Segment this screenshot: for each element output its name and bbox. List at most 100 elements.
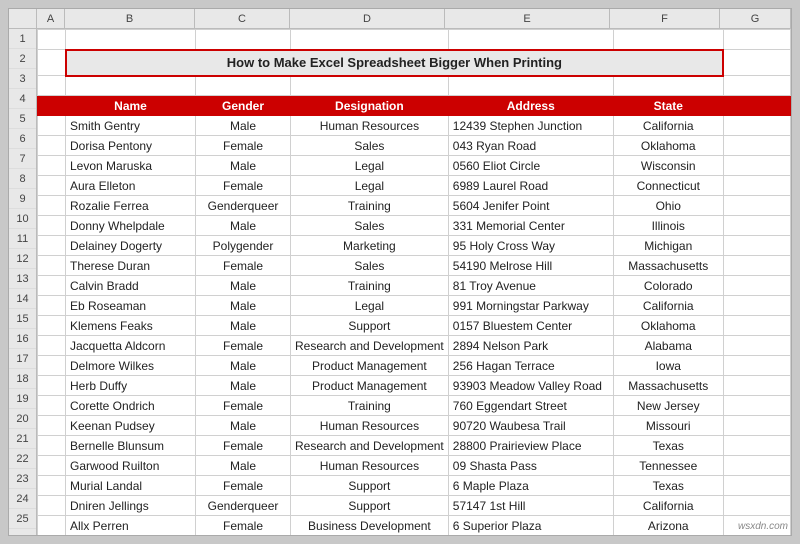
cell-designation-13[interactable]: Product Management [291, 376, 449, 396]
cell-name-15[interactable]: Keenan Pudsey [66, 416, 196, 436]
cell-state-16[interactable]: Texas [613, 436, 723, 456]
cell-3f[interactable] [613, 76, 723, 96]
cell-17a[interactable] [38, 356, 66, 376]
cell-gender-15[interactable]: Male [196, 416, 291, 436]
cell-gender-17[interactable]: Male [196, 456, 291, 476]
cell-1c[interactable] [196, 30, 291, 50]
cell-5a[interactable] [38, 116, 66, 136]
cell-gender-19[interactable]: Genderqueer [196, 496, 291, 516]
cell-state-11[interactable]: Alabama [613, 336, 723, 356]
grid-area[interactable]: How to Make Excel Spreadsheet Bigger Whe… [37, 29, 791, 535]
cell-3b[interactable] [66, 76, 196, 96]
cell-name-11[interactable]: Jacquetta Aldcorn [66, 336, 196, 356]
cell-designation-0[interactable]: Human Resources [291, 116, 449, 136]
cell-13a[interactable] [38, 276, 66, 296]
cell-16g[interactable] [723, 336, 790, 356]
cell-state-20[interactable]: Arizona [613, 516, 723, 536]
cell-designation-6[interactable]: Marketing [291, 236, 449, 256]
cell-state-9[interactable]: California [613, 296, 723, 316]
cell-name-10[interactable]: Klemens Feaks [66, 316, 196, 336]
cell-address-1[interactable]: 043 Ryan Road [448, 136, 613, 156]
cell-address-9[interactable]: 991 Morningstar Parkway [448, 296, 613, 316]
cell-16a[interactable] [38, 336, 66, 356]
cell-name-13[interactable]: Herb Duffy [66, 376, 196, 396]
cell-9a[interactable] [38, 196, 66, 216]
cell-designation-15[interactable]: Human Resources [291, 416, 449, 436]
cell-2a[interactable] [38, 50, 66, 76]
cell-name-6[interactable]: Delainey Dogerty [66, 236, 196, 256]
cell-name-12[interactable]: Delmore Wilkes [66, 356, 196, 376]
cell-25a[interactable] [38, 516, 66, 536]
cell-gender-16[interactable]: Female [196, 436, 291, 456]
cell-9g[interactable] [723, 196, 790, 216]
cell-designation-12[interactable]: Product Management [291, 356, 449, 376]
cell-21a[interactable] [38, 436, 66, 456]
cell-designation-19[interactable]: Support [291, 496, 449, 516]
cell-name-2[interactable]: Levon Maruska [66, 156, 196, 176]
cell-8g[interactable] [723, 176, 790, 196]
cell-11g[interactable] [723, 236, 790, 256]
cell-name-18[interactable]: Murial Landal [66, 476, 196, 496]
cell-5g[interactable] [723, 116, 790, 136]
cell-designation-16[interactable]: Research and Development [291, 436, 449, 456]
cell-state-3[interactable]: Connecticut [613, 176, 723, 196]
cell-state-0[interactable]: California [613, 116, 723, 136]
cell-address-7[interactable]: 54190 Melrose Hill [448, 256, 613, 276]
cell-22g[interactable] [723, 456, 790, 476]
cell-name-4[interactable]: Rozalie Ferrea [66, 196, 196, 216]
cell-address-17[interactable]: 09 Shasta Pass [448, 456, 613, 476]
cell-state-2[interactable]: Wisconsin [613, 156, 723, 176]
cell-name-7[interactable]: Therese Duran [66, 256, 196, 276]
cell-1a[interactable] [38, 30, 66, 50]
cell-address-8[interactable]: 81 Troy Avenue [448, 276, 613, 296]
cell-gender-12[interactable]: Male [196, 356, 291, 376]
cell-name-5[interactable]: Donny Whelpdale [66, 216, 196, 236]
cell-18g[interactable] [723, 376, 790, 396]
cell-gender-11[interactable]: Female [196, 336, 291, 356]
cell-designation-11[interactable]: Research and Development [291, 336, 449, 356]
cell-24g[interactable] [723, 496, 790, 516]
cell-state-17[interactable]: Tennessee [613, 456, 723, 476]
cell-designation-9[interactable]: Legal [291, 296, 449, 316]
cell-name-14[interactable]: Corette Ondrich [66, 396, 196, 416]
cell-name-17[interactable]: Garwood Ruilton [66, 456, 196, 476]
cell-designation-1[interactable]: Sales [291, 136, 449, 156]
cell-19a[interactable] [38, 396, 66, 416]
cell-gender-18[interactable]: Female [196, 476, 291, 496]
cell-address-16[interactable]: 28800 Prairieview Place [448, 436, 613, 456]
cell-1g[interactable] [723, 30, 790, 50]
cell-3a[interactable] [38, 76, 66, 96]
cell-gender-5[interactable]: Male [196, 216, 291, 236]
cell-7g[interactable] [723, 156, 790, 176]
cell-22a[interactable] [38, 456, 66, 476]
cell-gender-4[interactable]: Genderqueer [196, 196, 291, 216]
cell-name-16[interactable]: Bernelle Blunsum [66, 436, 196, 456]
cell-11a[interactable] [38, 236, 66, 256]
cell-name-3[interactable]: Aura Elleton [66, 176, 196, 196]
cell-1d[interactable] [291, 30, 449, 50]
cell-name-8[interactable]: Calvin Bradd [66, 276, 196, 296]
cell-address-2[interactable]: 0560 Eliot Circle [448, 156, 613, 176]
cell-24a[interactable] [38, 496, 66, 516]
cell-address-20[interactable]: 6 Superior Plaza [448, 516, 613, 536]
cell-13g[interactable] [723, 276, 790, 296]
cell-gender-6[interactable]: Polygender [196, 236, 291, 256]
cell-designation-20[interactable]: Business Development [291, 516, 449, 536]
cell-state-18[interactable]: Texas [613, 476, 723, 496]
cell-gender-9[interactable]: Male [196, 296, 291, 316]
cell-address-11[interactable]: 2894 Nelson Park [448, 336, 613, 356]
cell-designation-3[interactable]: Legal [291, 176, 449, 196]
cell-designation-5[interactable]: Sales [291, 216, 449, 236]
cell-gender-2[interactable]: Male [196, 156, 291, 176]
cell-address-4[interactable]: 5604 Jenifer Point [448, 196, 613, 216]
cell-12g[interactable] [723, 256, 790, 276]
cell-6g[interactable] [723, 136, 790, 156]
cell-designation-18[interactable]: Support [291, 476, 449, 496]
cell-state-12[interactable]: Iowa [613, 356, 723, 376]
cell-19g[interactable] [723, 396, 790, 416]
cell-23g[interactable] [723, 476, 790, 496]
cell-gender-10[interactable]: Male [196, 316, 291, 336]
cell-name-0[interactable]: Smith Gentry [66, 116, 196, 136]
cell-designation-17[interactable]: Human Resources [291, 456, 449, 476]
cell-10g[interactable] [723, 216, 790, 236]
